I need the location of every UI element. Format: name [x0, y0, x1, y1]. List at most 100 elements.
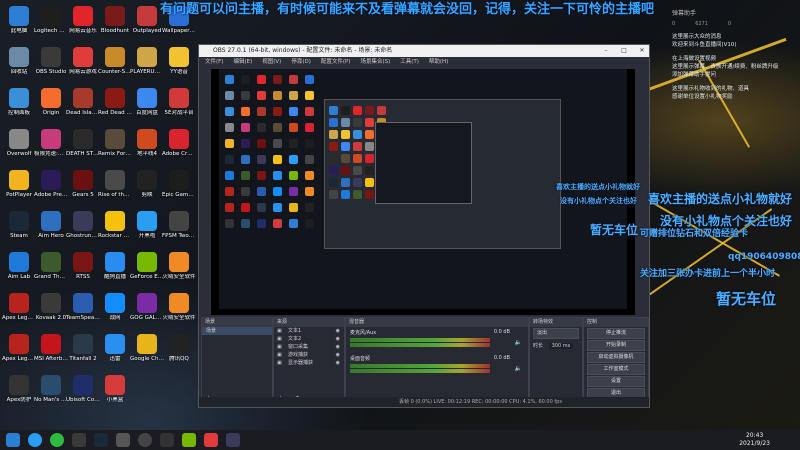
- minimize-icon[interactable]: –: [599, 45, 613, 57]
- desktop-icon[interactable]: PLAYERUNKNOWN'S BATTLEGR...: [130, 47, 164, 76]
- desktop-icon[interactable]: 迅雷: [98, 334, 132, 363]
- desktop-icon[interactable]: Ubisoft Connect: [66, 375, 100, 404]
- nvidia-icon[interactable]: [182, 433, 196, 447]
- desktop-icon[interactable]: 网易云音乐: [66, 6, 100, 35]
- desktop-icon[interactable]: GOG GALAXY 2.0: [130, 293, 164, 322]
- desktop-icon[interactable]: Counter-Strike: Global Off...: [98, 47, 132, 76]
- desktop-icon[interactable]: OBS Studio: [34, 47, 68, 76]
- desktop-icon[interactable]: 极限竞速:地平线: [34, 129, 68, 158]
- desktop-icon[interactable]: TeamSpeak 3 Client: [66, 293, 100, 322]
- desktop-icon[interactable]: 腾讯QQ: [162, 334, 196, 363]
- desktop-icon[interactable]: Titanfall 2: [66, 334, 100, 363]
- desktop-icon[interactable]: Apex防护: [2, 375, 36, 404]
- desktop-icon[interactable]: Adobe Premie...: [34, 170, 68, 199]
- desktop-icon[interactable]: Logitech G HUB: [34, 6, 68, 35]
- control-button[interactable]: 开始录制: [587, 340, 645, 351]
- controls-dock[interactable]: 控制 停止推流 开始录制 启动虚拟摄像机 工作室模式 设置 退出: [583, 317, 649, 407]
- source-item[interactable]: ▣ 窗口采集 ◉: [274, 343, 344, 351]
- desktop-icon[interactable]: YY语音: [162, 47, 196, 76]
- eye-icon[interactable]: ◉: [336, 359, 340, 367]
- menu-item[interactable]: 配置文件(P): [321, 57, 351, 67]
- app-icon[interactable]: [160, 433, 174, 447]
- source-item[interactable]: ▣ 文本2 ◉: [274, 335, 344, 343]
- desktop-icon[interactable]: Dead Island Riptide Def...: [66, 88, 100, 117]
- desktop-icon[interactable]: DEATH STRANDING: [66, 129, 100, 158]
- desktop-icon[interactable]: 百度网盘: [130, 88, 164, 117]
- eye-icon[interactable]: ◉: [336, 343, 340, 351]
- desktop-icon[interactable]: Aim Lab: [2, 252, 36, 281]
- desktop-icon[interactable]: Bloodhunt: [98, 6, 132, 35]
- desktop-icon[interactable]: 回收站: [2, 47, 36, 76]
- desktop-icon[interactable]: 小黑盒: [98, 375, 132, 404]
- control-button[interactable]: 设置: [587, 376, 645, 387]
- file-explorer-icon[interactable]: [72, 433, 86, 447]
- desktop-icon[interactable]: 火绒安全软件: [162, 252, 196, 281]
- control-button[interactable]: 工作室模式: [587, 364, 645, 375]
- transition-dock[interactable]: 转场特效 淡出 时长 300 ms: [529, 317, 583, 407]
- obs-window[interactable]: OBS 27.0.1 (64-bit, windows) - 配置文件: 未命名…: [198, 44, 650, 408]
- desktop-icon[interactable]: 5E对战平台: [162, 88, 196, 117]
- wechat-icon[interactable]: [50, 433, 64, 447]
- desktop-icon[interactable]: Origin: [34, 88, 68, 117]
- menu-item[interactable]: 工具(T): [400, 57, 419, 67]
- desktop-icon[interactable]: Gears 5: [66, 170, 100, 199]
- menu-item[interactable]: 帮助(H): [429, 57, 448, 67]
- source-item[interactable]: ▣ 游戏捕获 ◉: [274, 351, 344, 359]
- netease-icon[interactable]: [204, 433, 218, 447]
- sources-dock[interactable]: 来源 ▣文本1◉▣文本2◉▣窗口采集◉▣游戏捕获◉▣显示器捕获◉ ＋ − ⚙ ∧…: [273, 317, 345, 407]
- desktop-icon[interactable]: 此电脑: [2, 6, 36, 35]
- control-button[interactable]: 启动虚拟摄像机: [587, 352, 645, 363]
- maximize-icon[interactable]: □: [617, 45, 631, 57]
- steam-icon[interactable]: [94, 433, 108, 447]
- mixer-dock[interactable]: 混音器 麦克风/Aux 0.0 dB 🔈 桌面音频 0.0 dB 🔈: [345, 317, 529, 407]
- menu-item[interactable]: 场景集合(S): [360, 57, 390, 67]
- speaker-icon[interactable]: 🔈: [515, 339, 522, 346]
- menu-item[interactable]: 编辑(E): [233, 57, 252, 67]
- desktop-icon[interactable]: Rockstar Games...: [98, 211, 132, 240]
- desktop-icon[interactable]: Ghostrunner: [66, 211, 100, 240]
- desktop-icon[interactable]: 战网: [98, 293, 132, 322]
- menu-item[interactable]: 视图(V): [262, 57, 281, 67]
- windows-start-icon[interactable]: [6, 433, 20, 447]
- obs-taskbar-icon[interactable]: [138, 433, 152, 447]
- desktop-icon[interactable]: Remix Fortune ...: [98, 129, 132, 158]
- desktop-icon[interactable]: 剪映: [130, 170, 164, 199]
- kook-icon[interactable]: [28, 433, 42, 447]
- desktop-icon[interactable]: 地平线4: [130, 129, 164, 158]
- desktop-icon[interactable]: FPSM TwoTools: [162, 211, 196, 240]
- duration-field[interactable]: 300 ms: [548, 343, 574, 349]
- desktop-icon[interactable]: Grand Theft Auto V: [34, 252, 68, 281]
- desktop-icon[interactable]: Epic Games Launcher: [162, 170, 196, 199]
- desktop-icon[interactable]: Apex Legen...: [2, 293, 36, 322]
- desktop-icon[interactable]: Kovaak 2.0: [34, 293, 68, 322]
- desktop-icon[interactable]: 控制面板: [2, 88, 36, 117]
- desktop-icon[interactable]: 网易云游戏: [66, 47, 100, 76]
- desktop-icon[interactable]: GeForce Experience: [130, 252, 164, 281]
- control-button[interactable]: 停止推流: [587, 328, 645, 339]
- obs-preview[interactable]: [211, 69, 635, 315]
- eye-icon[interactable]: ◉: [336, 335, 340, 343]
- close-icon[interactable]: ✕: [635, 45, 649, 57]
- source-item[interactable]: ▣ 文本1 ◉: [274, 327, 344, 335]
- desktop-icon[interactable]: Aim Hero: [34, 211, 68, 240]
- desktop-icon[interactable]: Outplayed: [130, 6, 164, 35]
- desktop-icon[interactable]: PotPlayer: [2, 170, 36, 199]
- mixer-channel[interactable]: 麦克风/Aux 0.0 dB 🔈: [346, 327, 528, 353]
- desktop-icon[interactable]: Rise of the Tomb Rai...: [98, 170, 132, 199]
- desktop-icon[interactable]: Steam: [2, 211, 36, 240]
- desktop-icon[interactable]: 开黑啦: [130, 211, 164, 240]
- menu-item[interactable]: 文件(F): [205, 57, 223, 67]
- desktop-icon[interactable]: Overwolf: [2, 129, 36, 158]
- desktop-icon[interactable]: Apex Legends: [2, 334, 36, 363]
- app-icon[interactable]: [116, 433, 130, 447]
- desktop-icon[interactable]: 酷狗直播: [98, 252, 132, 281]
- eye-icon[interactable]: ◉: [336, 351, 340, 359]
- scenes-dock[interactable]: 场景 场景 ＋ − ∧ ∨: [201, 317, 273, 407]
- desktop-icon[interactable]: Adobe Creati...: [162, 129, 196, 158]
- scene-item[interactable]: 场景: [202, 327, 272, 335]
- eye-icon[interactable]: ◉: [336, 327, 340, 335]
- menu-item[interactable]: 停靠(D): [291, 57, 311, 67]
- transition-select[interactable]: 淡出: [533, 328, 579, 339]
- desktop-icon[interactable]: Google Chrome: [130, 334, 164, 363]
- desktop-icon[interactable]: 火绒安全软件: [162, 293, 196, 322]
